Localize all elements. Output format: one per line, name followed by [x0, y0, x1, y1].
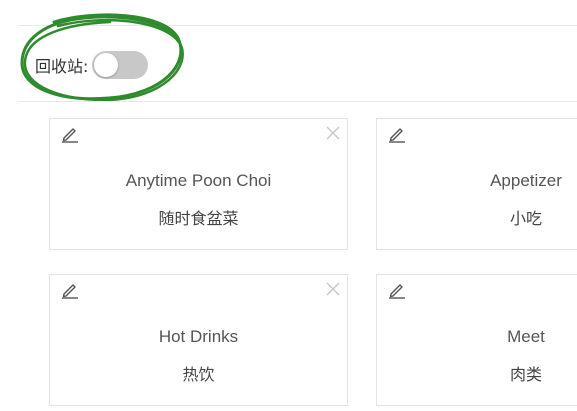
card-name-zh: 随时食盆菜: [158, 209, 239, 228]
pencil-icon[interactable]: [387, 125, 407, 143]
card-name-en: Anytime Poon Choi: [125, 171, 272, 190]
recycle-bin-toggle[interactable]: [92, 51, 149, 79]
pencil-icon[interactable]: [60, 281, 80, 299]
top-divider: [18, 25, 577, 26]
pencil-icon[interactable]: [387, 281, 407, 299]
card-name-zh: 小吃: [509, 209, 542, 228]
card-name-zh: 热饮: [182, 365, 215, 384]
close-icon[interactable]: [325, 125, 341, 141]
card-name-en: Appetizer: [490, 171, 562, 190]
category-card[interactable]: Appetizer 小吃: [376, 118, 577, 250]
card-name-en: Meet: [507, 327, 545, 346]
recycle-bin-toolbar: 回收站:: [35, 50, 149, 80]
pencil-icon[interactable]: [60, 125, 80, 143]
category-card[interactable]: Anytime Poon Choi 随时食盆菜: [49, 118, 348, 250]
recycle-bin-label: 回收站:: [35, 57, 89, 76]
close-icon[interactable]: [325, 281, 341, 297]
category-card[interactable]: Hot Drinks 热饮: [49, 274, 348, 406]
card-name-en: Hot Drinks: [158, 327, 239, 346]
middle-divider: [18, 101, 577, 102]
page: 回收站: Anytime Poon Choi 随时食盆菜 Appetizer 小…: [0, 0, 577, 411]
toggle-knob: [94, 53, 119, 77]
category-card[interactable]: Meet 肉类: [376, 274, 577, 406]
card-name-zh: 肉类: [509, 365, 542, 384]
